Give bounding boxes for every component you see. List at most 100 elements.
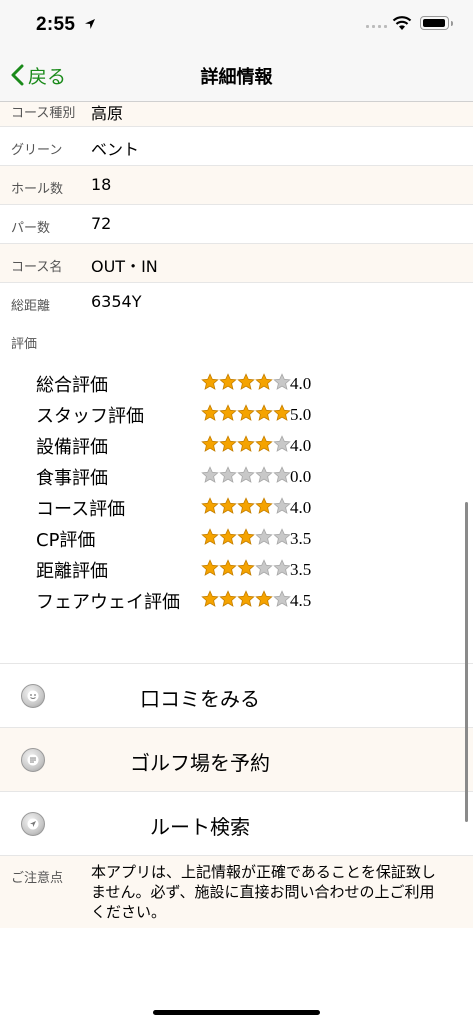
rating-label: フェアウェイ評価 xyxy=(36,592,180,613)
star-filled-icon xyxy=(255,373,273,390)
rating-value: 3.5 xyxy=(290,560,312,579)
star-empty-icon xyxy=(273,528,291,545)
info-label: コース種別 xyxy=(11,106,76,121)
rating-row-staff: スタッフ評価 5.0 xyxy=(0,399,473,430)
info-value: 72 xyxy=(91,214,112,233)
star-filled-icon xyxy=(219,528,237,545)
route-search-label: ルート検索 xyxy=(150,815,250,839)
rating-value: 3.5 xyxy=(290,529,312,548)
star-filled-icon xyxy=(201,373,219,390)
star-filled-icon xyxy=(201,404,219,421)
star-empty-icon xyxy=(255,466,273,483)
star-filled-icon xyxy=(219,404,237,421)
reviews-label: 口コミをみる xyxy=(140,687,260,711)
star-rating xyxy=(201,373,291,391)
info-value: 高原 xyxy=(91,104,124,123)
info-label: グリーン xyxy=(11,143,63,158)
reviews-button[interactable]: 口コミをみる xyxy=(0,663,473,727)
rating-label: 設備評価 xyxy=(36,437,108,458)
star-empty-icon xyxy=(273,466,291,483)
info-row-course-name: コース名 OUT・IN xyxy=(0,244,473,283)
info-row-par: パー数 72 xyxy=(0,205,473,244)
star-rating xyxy=(201,559,291,577)
star-filled-icon xyxy=(237,435,255,452)
star-empty-icon xyxy=(273,559,291,576)
navigation-bar: 戻る 詳細情報 xyxy=(0,48,473,102)
star-filled-icon xyxy=(219,435,237,452)
rating-value: 4.5 xyxy=(290,591,312,610)
rating-label: 総合評価 xyxy=(36,375,108,396)
star-empty-icon xyxy=(273,435,291,452)
rating-value: 4.0 xyxy=(290,374,312,393)
star-rating xyxy=(201,466,291,484)
reserve-label: ゴルフ場を予約 xyxy=(130,751,270,775)
rating-label: 距離評価 xyxy=(36,561,108,582)
star-filled-icon xyxy=(237,590,255,607)
star-filled-icon xyxy=(255,404,273,421)
status-bar: 2:55 xyxy=(0,0,473,48)
rating-row-cp: CP評価 3.5 xyxy=(0,523,473,554)
rating-value: 5.0 xyxy=(290,405,312,424)
rating-value: 4.0 xyxy=(290,436,312,455)
info-label: 総距離 xyxy=(11,299,51,314)
info-label: パー数 xyxy=(11,221,51,236)
star-filled-icon xyxy=(255,590,273,607)
star-empty-icon xyxy=(255,559,273,576)
info-value: 18 xyxy=(91,175,112,194)
route-search-button[interactable]: ルート検索 xyxy=(0,791,473,855)
star-filled-icon xyxy=(201,528,219,545)
info-row-holes: ホール数 18 xyxy=(0,166,473,205)
notice-row: ご注意点 本アプリは、上記情報が正確であることを保証致しません。必ず、施設に直接… xyxy=(0,855,473,928)
star-rating xyxy=(201,590,291,608)
star-empty-icon xyxy=(273,373,291,390)
info-row-green: グリーン ベント xyxy=(0,127,473,166)
info-label: コース名 xyxy=(11,260,63,275)
star-filled-icon xyxy=(237,528,255,545)
reserve-button[interactable]: ゴルフ場を予約 xyxy=(0,727,473,791)
evaluation-section: 評価 総合評価 4.0 スタッフ評価 5.0 設備評価 4.0 食事評価 0.0… xyxy=(0,321,473,665)
star-empty-icon xyxy=(273,497,291,514)
star-rating xyxy=(201,497,291,515)
info-value: ベント xyxy=(91,140,140,159)
rating-label: スタッフ評価 xyxy=(36,406,144,427)
detail-content[interactable]: コース種別 高原 グリーン ベント ホール数 18 パー数 72 コース名 OU… xyxy=(0,102,473,1024)
rating-row-overall: 総合評価 4.0 xyxy=(0,368,473,399)
rating-row-course: コース評価 4.0 xyxy=(0,492,473,523)
battery-icon xyxy=(420,16,453,30)
notice-label: ご注意点 xyxy=(11,871,64,886)
rating-label: 食事評価 xyxy=(36,468,108,489)
star-filled-icon xyxy=(219,590,237,607)
status-time: 2:55 xyxy=(36,14,76,35)
star-filled-icon xyxy=(201,435,219,452)
rating-row-fairway: フェアウェイ評価 4.5 xyxy=(0,585,473,616)
star-filled-icon xyxy=(237,497,255,514)
star-filled-icon xyxy=(237,373,255,390)
scroll-indicator[interactable] xyxy=(465,502,468,822)
home-indicator[interactable] xyxy=(153,1010,320,1015)
rating-label: CP評価 xyxy=(36,530,96,551)
rating-row-facilities: 設備評価 4.0 xyxy=(0,430,473,461)
info-value: OUT・IN xyxy=(91,257,158,276)
page-title: 詳細情報 xyxy=(200,67,273,88)
star-empty-icon xyxy=(255,528,273,545)
star-filled-icon xyxy=(219,559,237,576)
info-label: ホール数 xyxy=(11,182,64,197)
star-rating xyxy=(201,528,291,546)
star-filled-icon xyxy=(237,559,255,576)
rating-label: コース評価 xyxy=(36,499,126,520)
info-row-total-distance: 総距離 6354Y xyxy=(0,283,473,322)
star-filled-icon xyxy=(255,497,273,514)
info-row-course-type: コース種別 高原 xyxy=(0,102,473,127)
star-filled-icon xyxy=(201,590,219,607)
star-filled-icon xyxy=(273,404,291,421)
evaluation-heading: 評価 xyxy=(11,337,38,352)
star-filled-icon xyxy=(255,435,273,452)
star-empty-icon xyxy=(237,466,255,483)
rating-row-meal: 食事評価 0.0 xyxy=(0,461,473,492)
notice-text: 本アプリは、上記情報が正確であることを保証致しません。必ず、施設に直接お問い合わ… xyxy=(91,863,436,921)
wifi-icon xyxy=(392,16,412,30)
signal-icon xyxy=(366,25,387,28)
star-rating xyxy=(201,404,291,422)
star-rating xyxy=(201,435,291,453)
star-filled-icon xyxy=(219,497,237,514)
